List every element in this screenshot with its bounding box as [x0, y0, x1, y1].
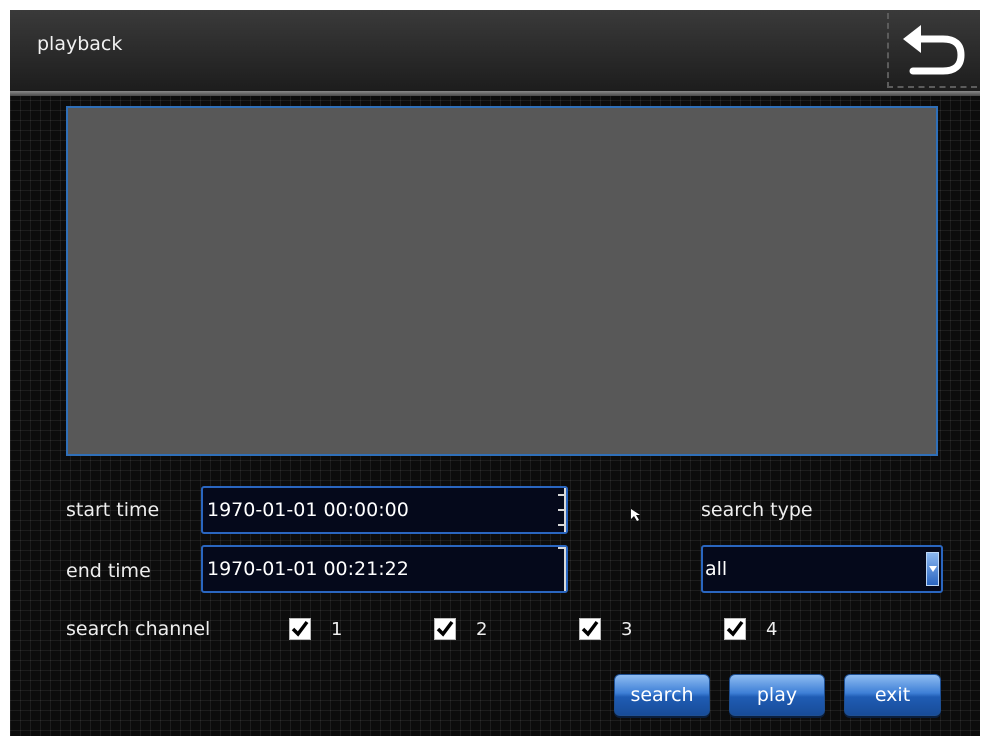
end-time-label: end time	[66, 560, 151, 582]
channel-1-label: 1	[331, 619, 343, 640]
play-button[interactable]: play	[729, 674, 825, 716]
end-time-value: 1970-01-01 00:21:22	[207, 558, 409, 580]
checkmark-icon	[436, 620, 454, 637]
start-time-label: start time	[66, 499, 160, 521]
checkmark-icon	[291, 620, 309, 637]
title-bar	[10, 10, 980, 93]
exit-button[interactable]: exit	[844, 674, 941, 716]
video-preview	[66, 106, 938, 456]
channel-4-checkbox[interactable]	[724, 618, 746, 640]
playback-screen: playback start time 1970-01-01 00:00:00 …	[10, 10, 980, 736]
checkmark-icon	[581, 620, 599, 637]
back-arrow-icon	[903, 25, 965, 75]
start-time-field[interactable]: 1970-01-01 00:00:00	[201, 486, 568, 534]
channel-4-label: 4	[766, 619, 778, 640]
checkmark-icon	[726, 620, 744, 637]
title-divider	[10, 91, 980, 96]
end-time-spinner[interactable]	[550, 547, 566, 591]
channel-2-checkbox[interactable]	[434, 618, 456, 640]
end-time-field[interactable]: 1970-01-01 00:21:22	[201, 545, 568, 593]
channel-2-label: 2	[476, 619, 488, 640]
channel-3-checkbox[interactable]	[579, 618, 601, 640]
page-title: playback	[37, 33, 123, 55]
search-type-label: search type	[701, 499, 813, 521]
channel-1-checkbox[interactable]	[289, 618, 311, 640]
search-button[interactable]: search	[614, 674, 710, 716]
search-type-select[interactable]: all	[701, 545, 943, 593]
channel-3-label: 3	[621, 619, 633, 640]
search-type-value: all	[705, 558, 728, 580]
search-channel-label: search channel	[66, 618, 211, 640]
back-button[interactable]	[887, 13, 977, 88]
start-time-value: 1970-01-01 00:00:00	[207, 499, 409, 521]
start-time-spinner[interactable]	[550, 488, 566, 532]
dropdown-arrow-icon[interactable]	[926, 552, 939, 586]
mouse-pointer-icon	[631, 509, 640, 521]
